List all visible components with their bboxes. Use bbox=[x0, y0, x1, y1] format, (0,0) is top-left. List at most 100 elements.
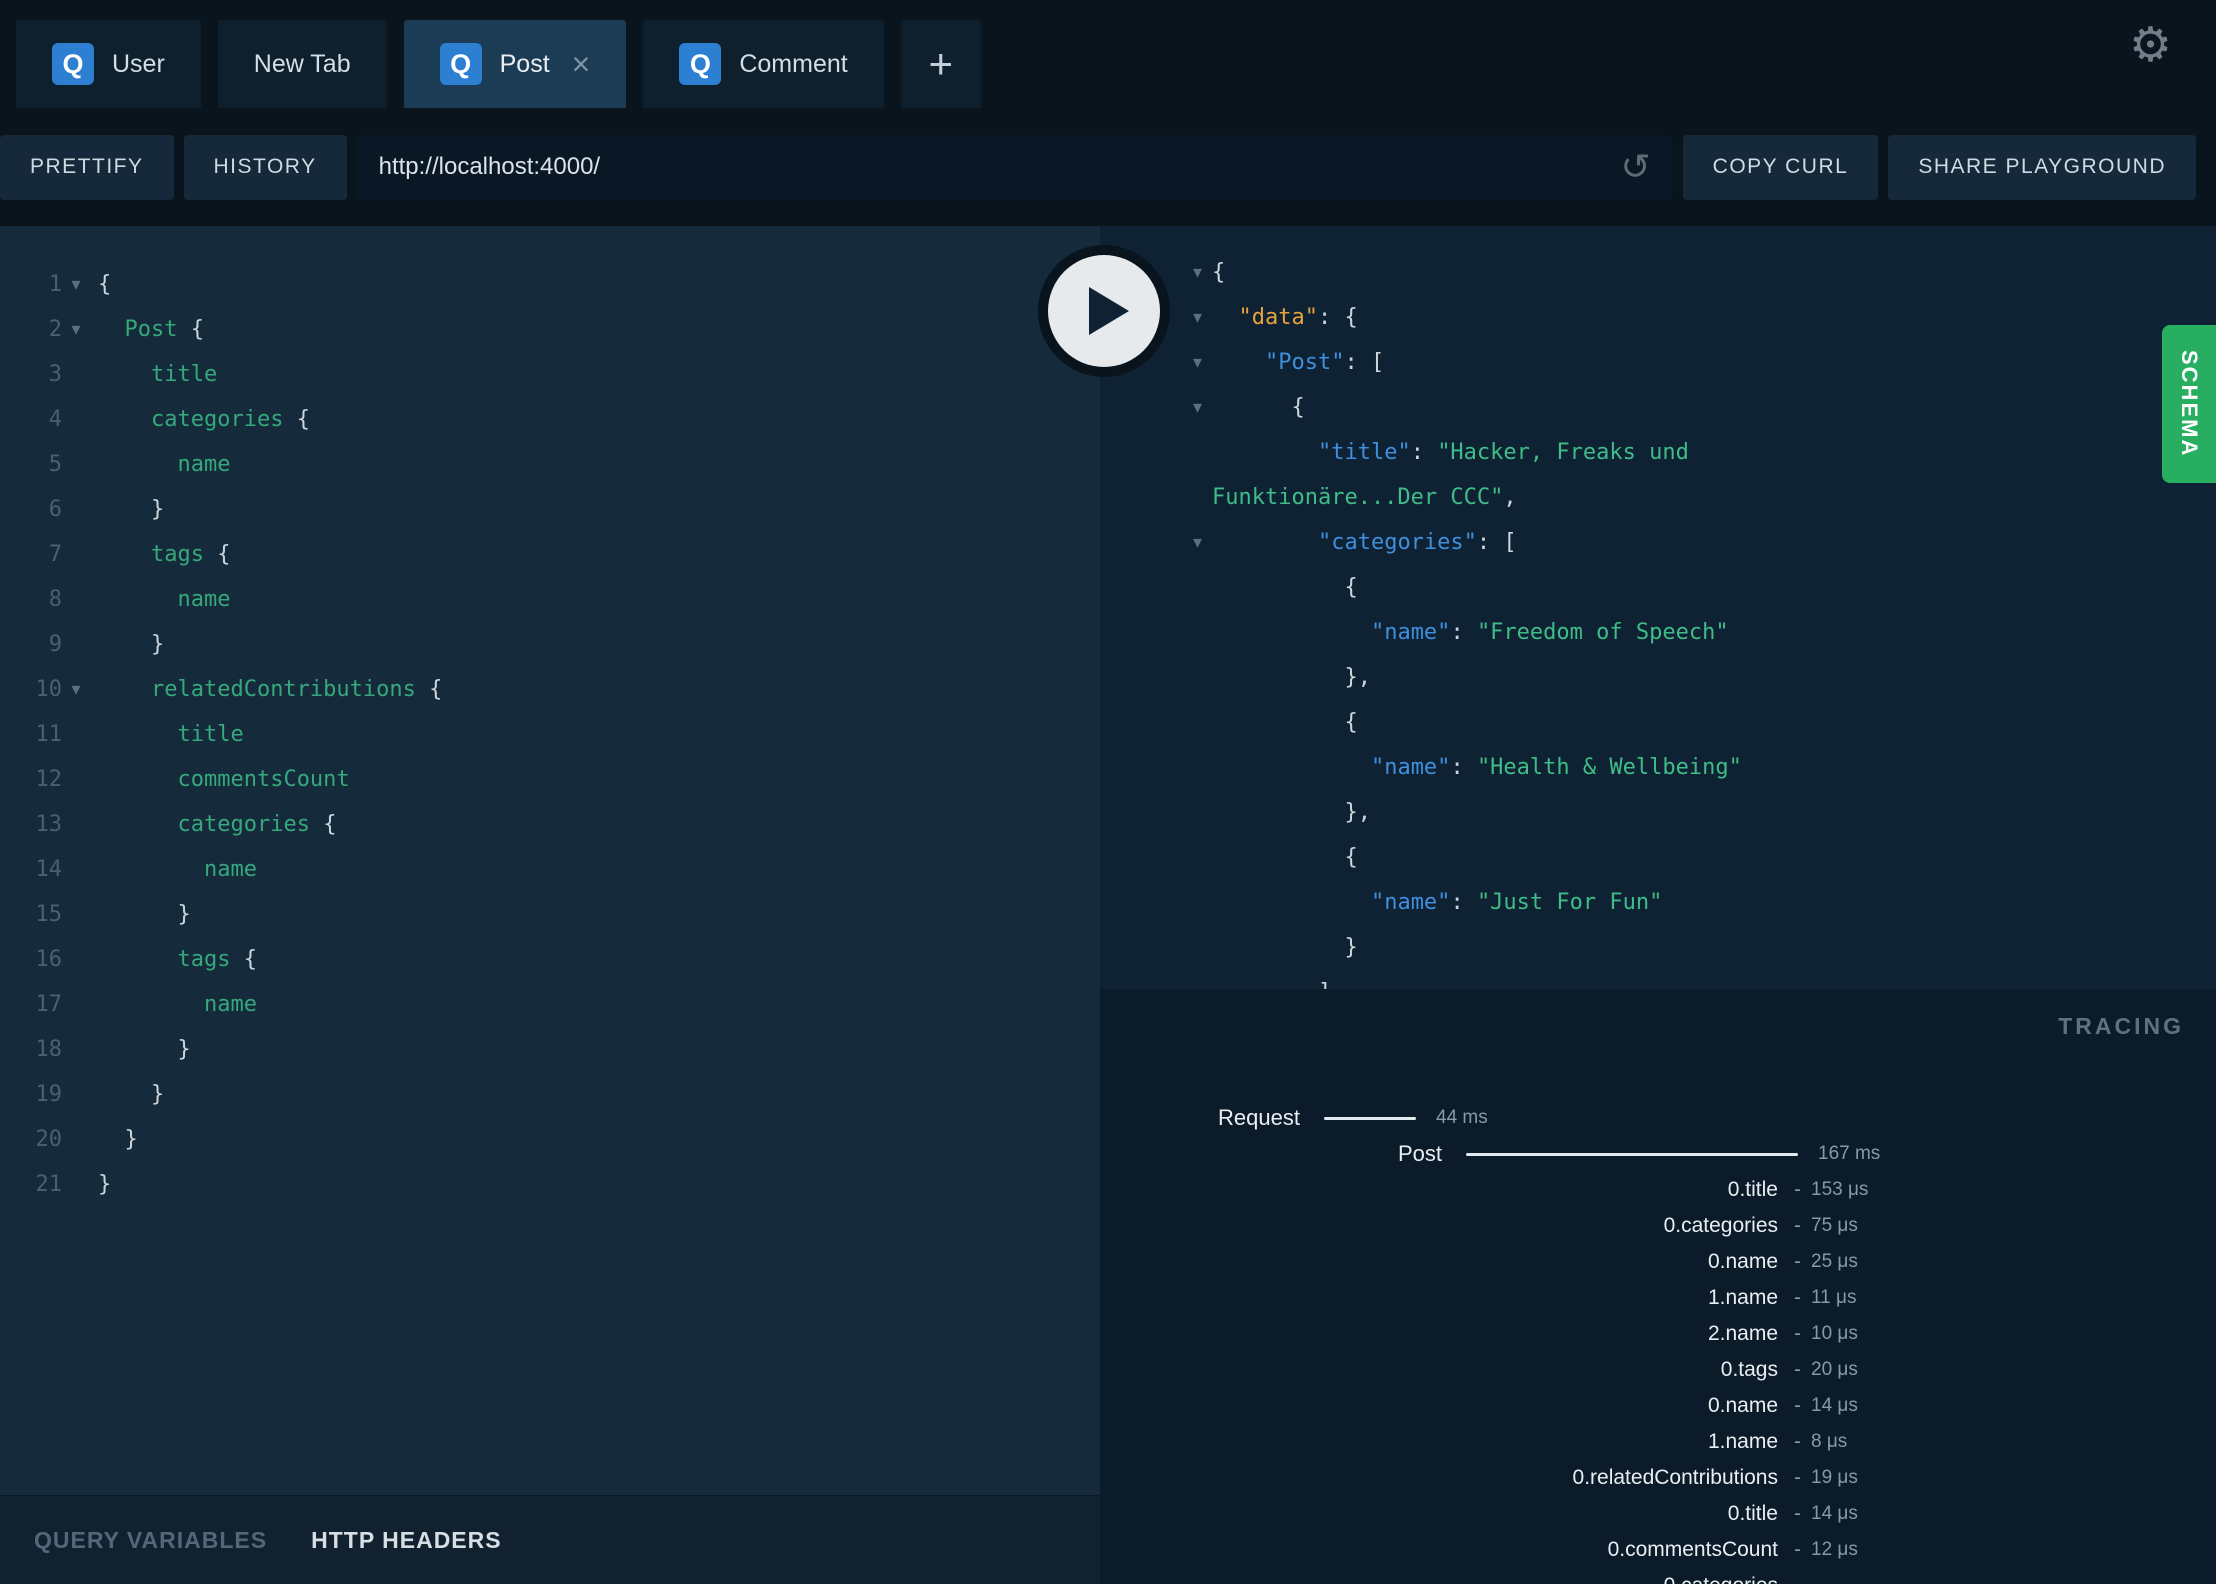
new-tab-button[interactable]: + bbox=[900, 20, 981, 108]
response-code-line: ▾{ bbox=[1100, 250, 2216, 295]
line-gutter: 14 bbox=[0, 847, 90, 892]
code-text: } bbox=[98, 1172, 112, 1197]
code-text: "data": { bbox=[1238, 305, 1358, 330]
response-code-line: ▾ { bbox=[1100, 385, 2216, 430]
query-code-line: 3 title bbox=[0, 352, 1100, 397]
query-code-line: 19 } bbox=[0, 1072, 1100, 1117]
line-number: 20 bbox=[35, 1127, 63, 1152]
response-code-line: ▾ "categories": [ bbox=[1100, 520, 2216, 565]
fold-arrow-icon[interactable]: ▾ bbox=[62, 307, 90, 352]
schema-sidebar-tab[interactable]: SCHEMA bbox=[2162, 325, 2216, 483]
fold-arrow-icon[interactable]: ▾ bbox=[1100, 385, 1212, 430]
fold-arrow-icon[interactable]: ▾ bbox=[1100, 520, 1212, 565]
trace-label: 0.categories bbox=[1663, 1214, 1778, 1237]
close-tab-icon[interactable]: × bbox=[572, 48, 591, 80]
trace-dash: - bbox=[1794, 1286, 1801, 1309]
trace-dash: - bbox=[1794, 1250, 1801, 1273]
line-number: 10 bbox=[35, 677, 63, 702]
line-gutter: 8 bbox=[0, 577, 90, 622]
execute-query-button[interactable] bbox=[1048, 255, 1160, 367]
query-code-line: 1 ▾ { bbox=[0, 262, 1100, 307]
response-viewer[interactable]: ▾{▾ "data": {▾ "Post": [▾ { "title": "Ha… bbox=[1100, 226, 2216, 989]
history-button[interactable]: HISTORY bbox=[183, 134, 347, 200]
trace-dash: - bbox=[1794, 1466, 1801, 1489]
settings-gear-icon[interactable]: ⚙ bbox=[2129, 22, 2172, 70]
fold-arrow-icon[interactable]: ▾ bbox=[62, 262, 90, 307]
trace-label: 1.name bbox=[1707, 1430, 1778, 1453]
response-code-line: { bbox=[1100, 835, 2216, 880]
query-code-line: 13 categories { bbox=[0, 802, 1100, 847]
code-text: } bbox=[124, 1127, 138, 1152]
trace-label: 1.name bbox=[1707, 1286, 1778, 1309]
line-number: 19 bbox=[35, 1082, 63, 1107]
code-text: } bbox=[150, 497, 165, 522]
line-gutter: 15 bbox=[0, 892, 90, 937]
trace-row: 0.title -153 μs bbox=[1100, 1172, 2216, 1208]
code-text: name bbox=[203, 992, 257, 1017]
line-gutter: 7 bbox=[0, 532, 90, 577]
line-number: 18 bbox=[35, 1037, 63, 1062]
share-playground-button[interactable]: SHARE PLAYGROUND bbox=[1888, 134, 2196, 200]
line-number: 13 bbox=[35, 812, 63, 837]
line-gutter: 17 bbox=[0, 982, 90, 1027]
trace-row: 1.name -8 μs bbox=[1100, 1424, 2216, 1460]
line-number: 7 bbox=[48, 542, 62, 567]
trace-duration-bar bbox=[1466, 1152, 1798, 1156]
code-text: title bbox=[150, 362, 218, 387]
trace-row: Request 44 ms bbox=[1100, 1100, 2216, 1136]
code-text: categories { bbox=[150, 407, 310, 432]
trace-time: 11 μs bbox=[1811, 1287, 1857, 1308]
trace-dash: - bbox=[1794, 1214, 1801, 1237]
trace-time: 19 μs bbox=[1811, 1467, 1858, 1488]
code-text: name bbox=[177, 587, 231, 612]
tab-post[interactable]: Q Post × bbox=[403, 20, 627, 108]
line-gutter: 13 bbox=[0, 802, 90, 847]
line-number: 11 bbox=[35, 722, 63, 747]
trace-row: Post 167 ms bbox=[1100, 1136, 2216, 1172]
http-headers-tab[interactable]: HTTP HEADERS bbox=[311, 1527, 502, 1554]
line-number: 3 bbox=[48, 362, 62, 387]
trace-label: Post bbox=[1397, 1141, 1442, 1166]
code-text: tags { bbox=[177, 947, 257, 972]
query-code-line: 10 ▾ relatedContributions { bbox=[0, 667, 1100, 712]
query-code-line: 11 title bbox=[0, 712, 1100, 757]
trace-time: 44 ms bbox=[1436, 1107, 1488, 1128]
tab-user[interactable]: Q User bbox=[16, 20, 201, 108]
endpoint-url-bar[interactable]: http://localhost:4000/ ↺ bbox=[356, 134, 1673, 200]
query-code-line: 21} bbox=[0, 1162, 1100, 1207]
prettify-button[interactable]: PRETTIFY bbox=[0, 134, 174, 200]
query-variables-tab[interactable]: QUERY VARIABLES bbox=[34, 1527, 267, 1554]
line-number: 12 bbox=[35, 767, 63, 792]
query-editor[interactable]: 1 ▾{2 ▾ Post {3 title 4 categories {5 name 6… bbox=[0, 226, 1100, 1495]
reload-schema-icon[interactable]: ↺ bbox=[1621, 149, 1651, 185]
endpoint-url-input[interactable]: http://localhost:4000/ bbox=[379, 153, 600, 181]
query-code-line: 12 commentsCount bbox=[0, 757, 1100, 802]
code-text: "Post": [ bbox=[1264, 350, 1385, 375]
line-number: 2 bbox=[48, 317, 62, 342]
trace-label: 0.tags bbox=[1720, 1358, 1778, 1381]
trace-time: 12 μs bbox=[1811, 1539, 1858, 1560]
trace-label: 0.categories bbox=[1100, 1574, 1778, 1584]
code-text: } bbox=[150, 632, 165, 657]
tab-comment[interactable]: Q Comment bbox=[643, 20, 884, 108]
tab-new-tab[interactable]: New Tab bbox=[217, 20, 387, 108]
line-gutter: 11 bbox=[0, 712, 90, 757]
query-code-line: 7 tags { bbox=[0, 532, 1100, 577]
trace-time: 75 μs bbox=[1811, 1215, 1858, 1236]
code-text: } bbox=[177, 902, 191, 927]
copy-curl-button[interactable]: COPY CURL bbox=[1682, 134, 1879, 200]
line-gutter: 16 bbox=[0, 937, 90, 982]
tab-label: Comment bbox=[739, 49, 848, 78]
fold-arrow-icon[interactable]: ▾ bbox=[62, 667, 90, 712]
editor-footer-bar: QUERY VARIABLES HTTP HEADERS bbox=[0, 1495, 1100, 1584]
toolbar: PRETTIFY HISTORY http://localhost:4000/ … bbox=[0, 108, 2216, 226]
